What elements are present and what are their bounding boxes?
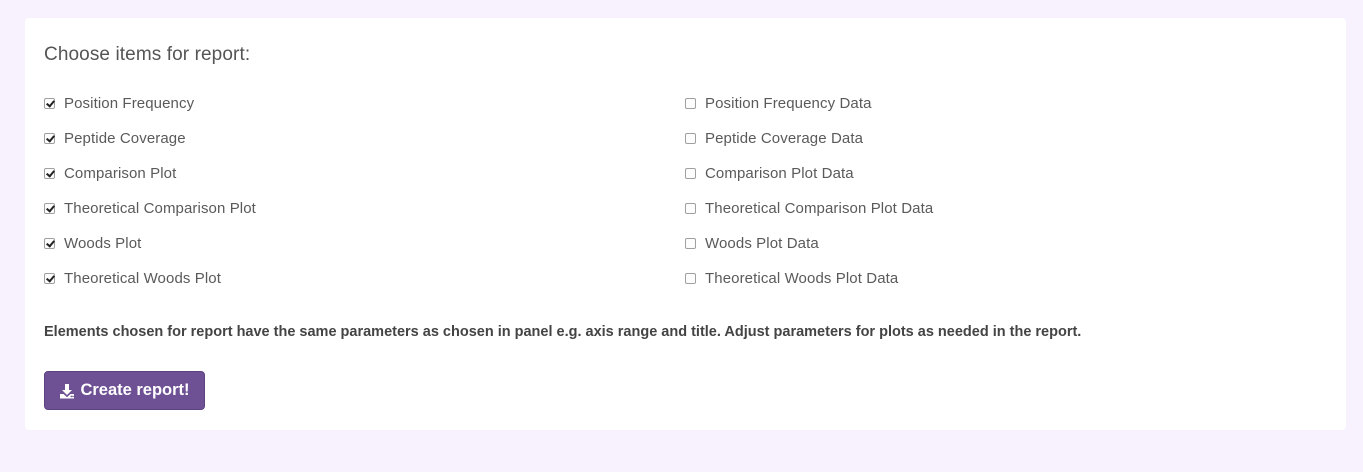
checkbox-theoretical-woods-plot-data[interactable]: Theoretical Woods Plot Data xyxy=(685,261,933,296)
checkbox-peptide-coverage-data[interactable]: Peptide Coverage Data xyxy=(685,121,933,156)
report-title: Choose items for report: xyxy=(44,44,251,65)
checkbox-box[interactable] xyxy=(44,98,55,109)
checkbox-label: Position Frequency xyxy=(64,95,195,112)
checkbox-box[interactable] xyxy=(44,203,55,214)
checkbox-woods-plot[interactable]: Woods Plot xyxy=(44,226,256,261)
checkbox-label: Woods Plot Data xyxy=(705,235,819,252)
checkbox-position-frequency-data[interactable]: Position Frequency Data xyxy=(685,86,933,121)
checkbox-position-frequency[interactable]: Position Frequency xyxy=(44,86,256,121)
checkbox-label: Comparison Plot xyxy=(64,165,177,182)
checkbox-comparison-plot[interactable]: Comparison Plot xyxy=(44,156,256,191)
download-icon xyxy=(60,383,75,398)
checkbox-box[interactable] xyxy=(685,98,696,109)
report-items-right: Position Frequency Data Peptide Coverage… xyxy=(685,86,933,296)
checkbox-box[interactable] xyxy=(685,273,696,284)
checkbox-label: Peptide Coverage Data xyxy=(705,130,864,147)
checkbox-box[interactable] xyxy=(44,168,55,179)
checkbox-label: Theoretical Comparison Plot Data xyxy=(705,200,934,217)
checkbox-theoretical-comparison-plot[interactable]: Theoretical Comparison Plot xyxy=(44,191,256,226)
checkbox-label: Peptide Coverage xyxy=(64,130,186,147)
checkbox-label: Position Frequency Data xyxy=(705,95,872,112)
create-report-label: Create report! xyxy=(80,381,190,399)
checkbox-comparison-plot-data[interactable]: Comparison Plot Data xyxy=(685,156,933,191)
checkbox-box[interactable] xyxy=(44,273,55,284)
checkbox-box[interactable] xyxy=(685,133,696,144)
checkbox-woods-plot-data[interactable]: Woods Plot Data xyxy=(685,226,933,261)
report-items-left: Position Frequency Peptide Coverage Comp… xyxy=(44,86,256,296)
create-report-button[interactable]: Create report! xyxy=(44,371,205,410)
checkbox-peptide-coverage[interactable]: Peptide Coverage xyxy=(44,121,256,156)
report-panel: Choose items for report: Position Freque… xyxy=(25,18,1346,430)
checkbox-label: Theoretical Woods Plot xyxy=(64,270,221,287)
checkbox-label: Theoretical Comparison Plot xyxy=(64,200,256,217)
checkbox-box[interactable] xyxy=(685,168,696,179)
checkbox-box[interactable] xyxy=(44,133,55,144)
checkbox-box[interactable] xyxy=(685,203,696,214)
checkbox-label: Theoretical Woods Plot Data xyxy=(705,270,899,287)
checkbox-label: Woods Plot xyxy=(64,235,142,252)
checkbox-box[interactable] xyxy=(685,238,696,249)
checkbox-label: Comparison Plot Data xyxy=(705,165,854,182)
checkbox-box[interactable] xyxy=(44,238,55,249)
checkbox-theoretical-comparison-plot-data[interactable]: Theoretical Comparison Plot Data xyxy=(685,191,933,226)
report-note: Elements chosen for report have the same… xyxy=(44,324,1082,340)
checkbox-theoretical-woods-plot[interactable]: Theoretical Woods Plot xyxy=(44,261,256,296)
